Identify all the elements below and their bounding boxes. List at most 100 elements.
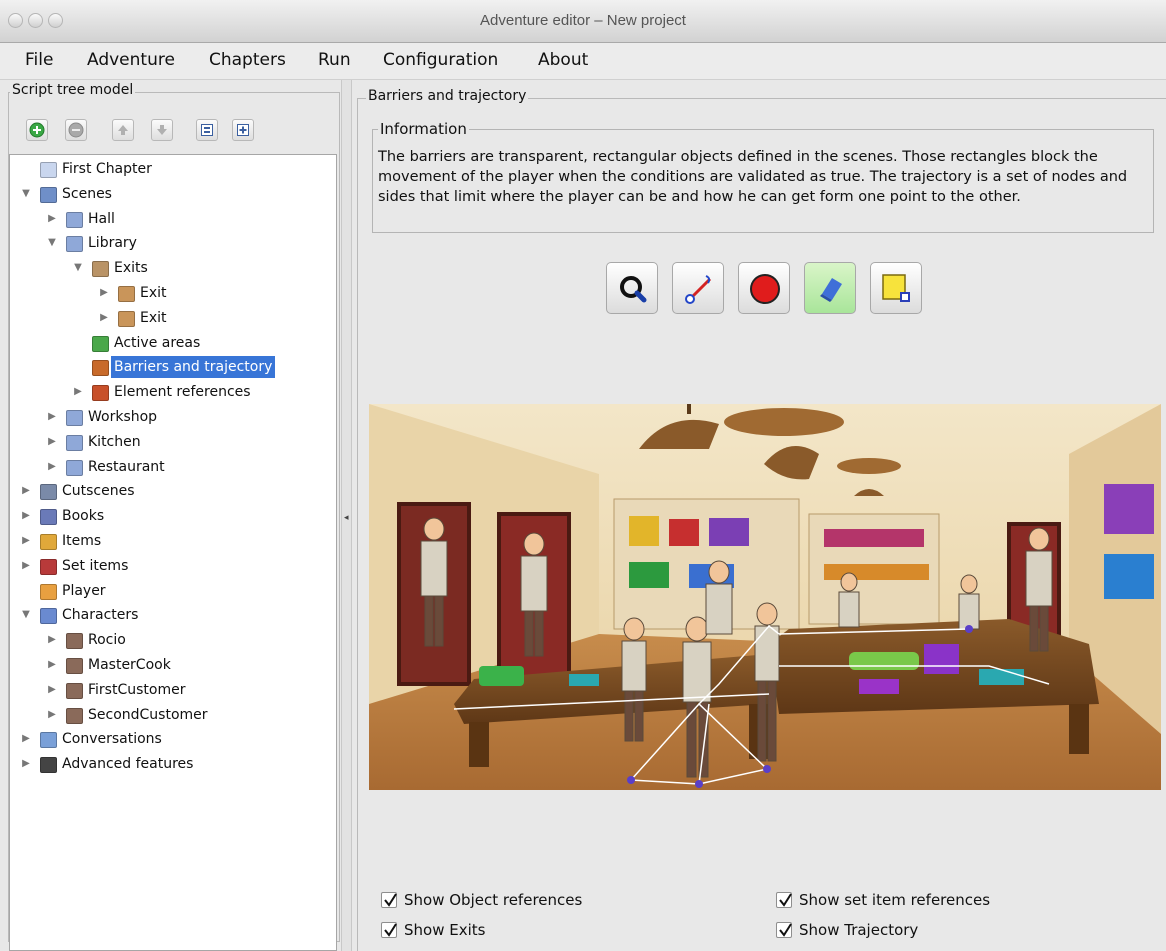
add-barrier-tool-button[interactable] bbox=[870, 262, 922, 314]
scene-icon bbox=[66, 410, 83, 426]
door-icon bbox=[118, 286, 135, 302]
checkmark-icon bbox=[384, 923, 397, 937]
tree-node-label: Kitchen bbox=[88, 433, 141, 450]
character-icon bbox=[66, 707, 83, 724]
barriers-icon bbox=[92, 360, 109, 377]
collapsed-arrow-icon[interactable]: ▶ bbox=[20, 728, 32, 750]
collapsed-arrow-icon[interactable]: ▶ bbox=[20, 530, 32, 552]
move-up-button[interactable] bbox=[112, 119, 134, 141]
tree-node-label: Scenes bbox=[62, 185, 112, 202]
collapsed-arrow-icon[interactable]: ▶ bbox=[20, 480, 32, 502]
zoom-tool-button[interactable] bbox=[606, 262, 658, 314]
menu-run[interactable]: Run bbox=[318, 50, 351, 70]
show-set-item-references-checkbox[interactable] bbox=[776, 892, 792, 908]
scene-preview-image[interactable] bbox=[369, 404, 1161, 790]
character-icon bbox=[66, 633, 83, 650]
cutscenes-icon bbox=[40, 484, 57, 501]
tree-node-label: Rocio bbox=[88, 632, 126, 649]
move-down-button[interactable] bbox=[151, 119, 173, 141]
remove-node-button[interactable] bbox=[65, 119, 87, 141]
expand-all-button[interactable] bbox=[232, 119, 254, 141]
checkmark-icon bbox=[779, 893, 792, 907]
expanded-arrow-icon[interactable]: ▼ bbox=[20, 604, 32, 626]
scene-icon bbox=[66, 211, 83, 228]
collapsed-arrow-icon[interactable]: ▶ bbox=[98, 307, 110, 329]
add-node-button[interactable] bbox=[26, 119, 48, 141]
tree-node-label: Characters bbox=[62, 607, 139, 624]
edit-side-tool-button[interactable] bbox=[672, 262, 724, 314]
information-title: Information bbox=[378, 120, 469, 138]
arrow-up-icon bbox=[118, 125, 128, 135]
show-trajectory-checkbox[interactable] bbox=[776, 922, 792, 938]
menu-about[interactable]: About bbox=[538, 50, 588, 70]
show-exits-checkbox[interactable] bbox=[381, 922, 397, 938]
door-icon bbox=[118, 310, 135, 327]
checkmark-icon bbox=[384, 893, 397, 907]
items-icon bbox=[40, 534, 57, 550]
collapsed-arrow-icon[interactable]: ▶ bbox=[20, 753, 32, 775]
collapsed-arrow-icon[interactable]: ▶ bbox=[46, 208, 58, 230]
add-node-tool-button[interactable] bbox=[738, 262, 790, 314]
tree-node-label: Exits bbox=[114, 260, 148, 277]
expanded-arrow-icon[interactable]: ▼ bbox=[72, 257, 84, 279]
advanced-features-icon bbox=[40, 757, 57, 774]
arrow-down-icon bbox=[157, 125, 167, 135]
scene-icon bbox=[66, 459, 83, 476]
conversations-icon bbox=[40, 732, 57, 749]
collapsed-arrow-icon[interactable]: ▶ bbox=[72, 381, 84, 403]
character-icon bbox=[66, 658, 83, 674]
tree-node-label: Barriers and trajectory bbox=[111, 356, 276, 379]
tree-node-label: Element references bbox=[114, 384, 251, 401]
collapsed-arrow-icon[interactable]: ▶ bbox=[20, 505, 32, 527]
books-icon bbox=[40, 509, 57, 526]
red-circle-icon bbox=[750, 274, 780, 304]
scene-icon bbox=[66, 434, 83, 451]
collapsed-arrow-icon[interactable]: ▶ bbox=[46, 406, 58, 428]
information-text: The barriers are transparent, rectangula… bbox=[378, 149, 1128, 205]
menu-file[interactable]: File bbox=[25, 50, 53, 70]
player-icon bbox=[40, 583, 57, 600]
collapsed-arrow-icon[interactable]: ▶ bbox=[46, 629, 58, 651]
collapsed-arrow-icon[interactable]: ▶ bbox=[46, 431, 58, 453]
expanded-arrow-icon[interactable]: ▼ bbox=[20, 183, 32, 205]
tree-node-label: Books bbox=[62, 508, 105, 525]
tree-node-label: Items bbox=[62, 533, 102, 549]
expand-icon bbox=[237, 124, 249, 136]
set-items-icon bbox=[40, 558, 57, 575]
minus-icon bbox=[68, 122, 84, 138]
collapsed-arrow-icon[interactable]: ▶ bbox=[46, 679, 58, 701]
show-object-references-checkbox[interactable] bbox=[381, 892, 397, 908]
right-panel-title: Barriers and trajectory bbox=[366, 88, 529, 104]
window-titlebar: Adventure editor – New project bbox=[0, 0, 1166, 43]
collapsed-arrow-icon[interactable]: ▶ bbox=[46, 456, 58, 478]
collapsed-arrow-icon[interactable]: ▶ bbox=[20, 555, 32, 577]
collapse-arrow-icon[interactable]: ◂ bbox=[344, 513, 349, 523]
menu-adventure[interactable]: Adventure bbox=[87, 50, 175, 70]
tree-node-label: FirstCustomer bbox=[88, 681, 186, 698]
window-title: Adventure editor – New project bbox=[480, 12, 686, 29]
menu-chapters[interactable]: Chapters bbox=[209, 50, 286, 70]
tree-node-label: First Chapter bbox=[62, 161, 152, 177]
tree-node-label: Restaurant bbox=[88, 458, 165, 475]
checkmark-icon bbox=[779, 923, 792, 937]
scenes-folder-icon bbox=[40, 186, 57, 203]
collapse-all-button[interactable] bbox=[196, 119, 218, 141]
menu-configuration[interactable]: Configuration bbox=[383, 50, 498, 70]
tree-node-label: Set items bbox=[62, 557, 129, 574]
character-icon bbox=[66, 682, 83, 699]
collapsed-arrow-icon[interactable]: ▶ bbox=[98, 282, 110, 304]
expanded-arrow-icon[interactable]: ▼ bbox=[46, 232, 58, 254]
characters-icon bbox=[40, 608, 57, 625]
script-tree[interactable] bbox=[9, 154, 337, 951]
collapse-icon bbox=[201, 124, 213, 136]
tree-node-label: SecondCustomer bbox=[88, 706, 208, 723]
show-trajectory-label: Show Trajectory bbox=[799, 921, 919, 939]
split-pane-divider[interactable]: ◂ bbox=[341, 80, 352, 951]
collapsed-arrow-icon[interactable]: ▶ bbox=[46, 704, 58, 726]
tree-node-label: Exit bbox=[140, 285, 167, 301]
tree-node-label: Cutscenes bbox=[62, 483, 135, 500]
show-exits-label: Show Exits bbox=[404, 921, 486, 939]
tree-node-label: Library bbox=[88, 235, 137, 252]
delete-tool-button[interactable] bbox=[804, 262, 856, 314]
collapsed-arrow-icon[interactable]: ▶ bbox=[46, 654, 58, 676]
